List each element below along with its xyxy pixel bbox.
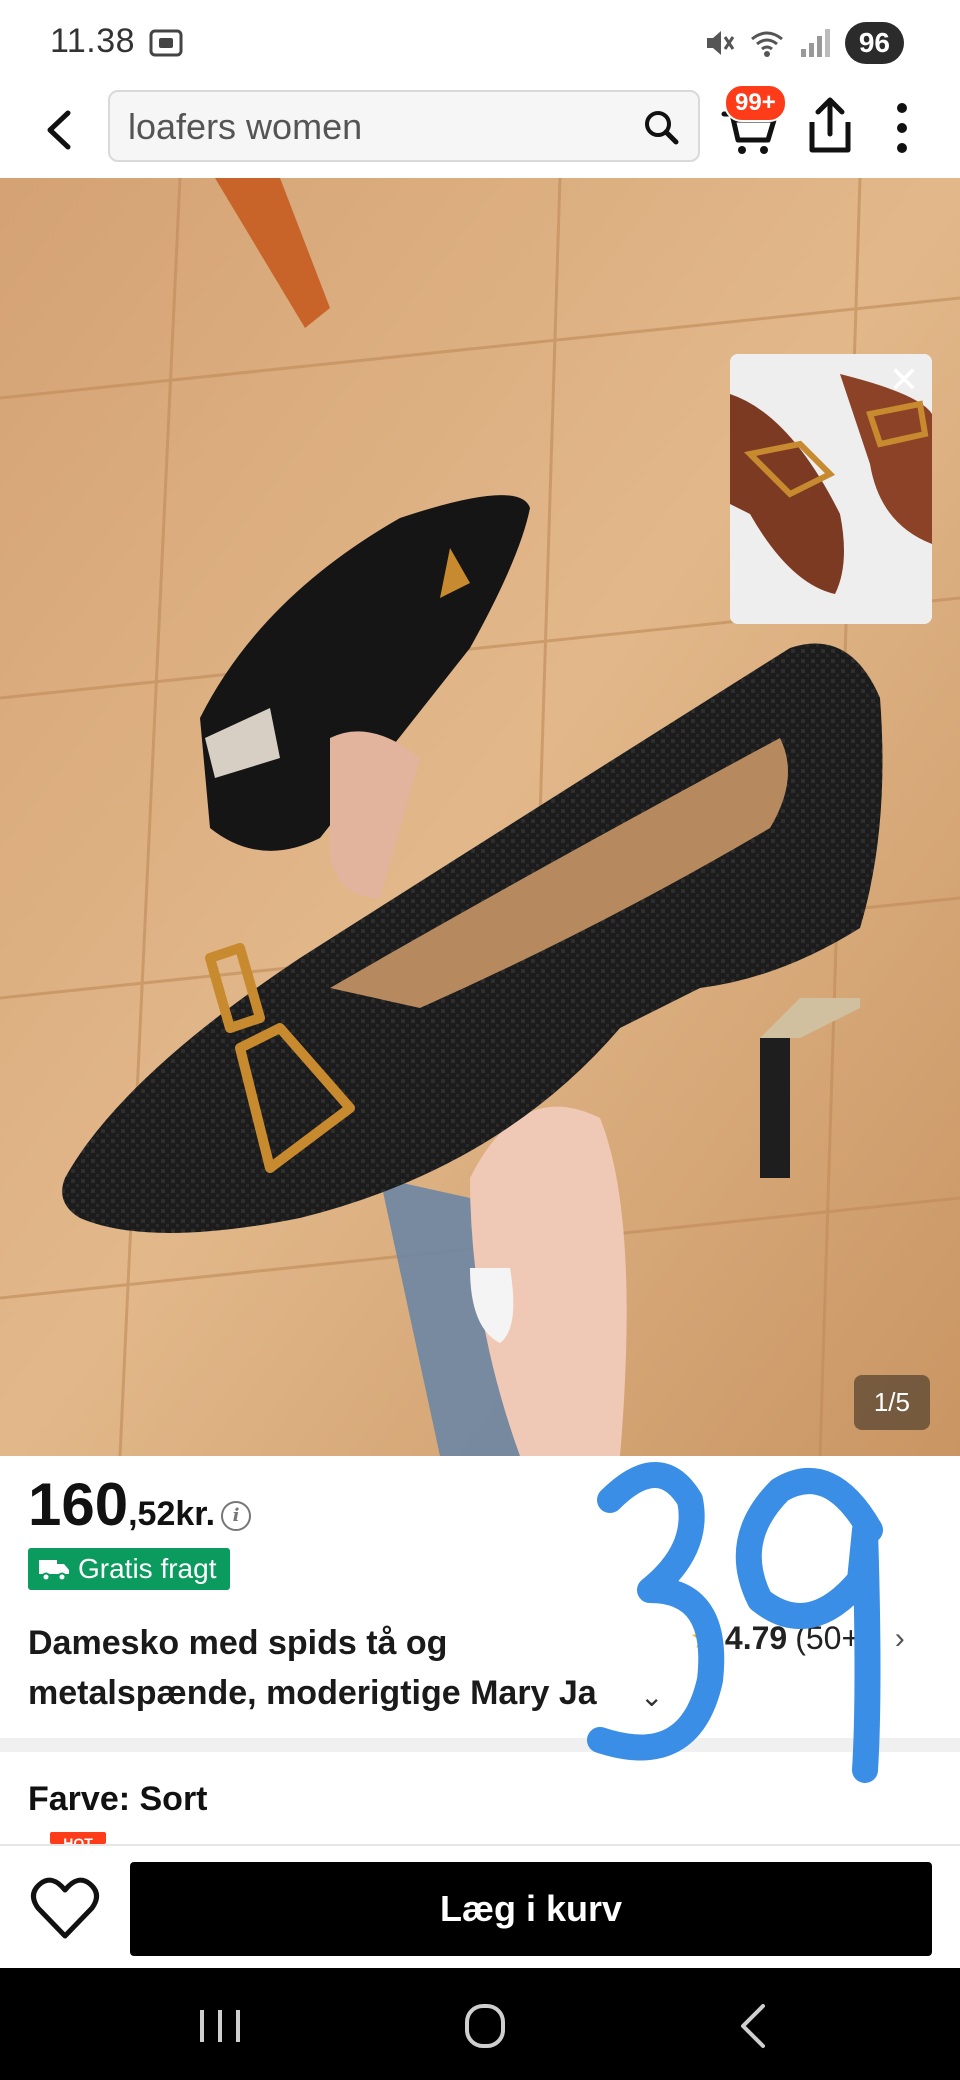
heart-icon[interactable] [30,1876,100,1942]
rating-summary[interactable]: ★ 4.79 (50+) › [690,1620,905,1657]
status-time: 11.38 [50,22,136,60]
back-arrow-icon [47,110,71,150]
add-to-cart-button[interactable]: Læg i kurv [130,1862,932,1956]
product-title-line2: metalspænde, moderigtige Mary Ja [28,1674,597,1712]
home-icon[interactable] [455,1998,515,2054]
mute-icon [706,31,735,55]
battery-level: 96 [844,22,904,64]
search-query: loafers women [128,106,363,147]
top-header: loafers women 99+ [0,84,960,178]
share-icon[interactable] [800,94,860,158]
section-divider [0,1738,960,1752]
image-counter: 1/5 [853,1375,930,1430]
bottom-action-bar: Læg i kurv [0,1844,960,1970]
product-image-carousel[interactable]: ✕ 1/5 [0,178,960,1456]
chevron-right-icon: › [894,1621,905,1655]
star-icon: ★ [690,1622,717,1655]
status-bar: 11.38 96 [0,0,960,86]
close-icon[interactable]: ✕ [884,360,924,400]
search-icon[interactable] [642,108,680,146]
price-main: 160 [28,1471,129,1538]
truck-icon [39,1560,69,1582]
signal-icon [800,29,830,57]
product-price: 160,52kr. i [28,1470,252,1539]
wifi-icon [750,31,783,57]
color-selector-label: Farve: Sort [28,1780,208,1818]
system-nav-bar [0,1968,960,2080]
hot-tag: HOT [50,1832,106,1844]
status-icons: 96 [701,22,904,64]
rating-value: 4.79 [724,1620,788,1656]
free-shipping-label: Gratis fragt [78,1553,217,1584]
variant-thumbnail[interactable]: ✕ [730,354,932,624]
chevron-down-icon[interactable]: ⌄ [640,1680,663,1713]
cart-count-badge: 99+ [724,84,787,122]
free-shipping-badge: Gratis fragt [28,1548,231,1590]
screenshot-icon [149,29,183,57]
recent-apps-icon[interactable] [190,1998,250,2054]
info-icon[interactable]: i [221,1501,252,1531]
rating-count: (50+) [795,1620,871,1656]
product-title[interactable]: Damesko med spids tå og metalspænde, mod… [28,1618,678,1718]
back-nav-icon[interactable] [725,1998,785,2054]
price-fraction: ,52kr. [128,1495,216,1533]
back-button[interactable] [30,100,90,160]
search-input[interactable]: loafers women [108,90,700,162]
product-title-line1: Damesko med spids tå og [28,1624,448,1662]
more-vertical-icon[interactable] [880,96,924,160]
